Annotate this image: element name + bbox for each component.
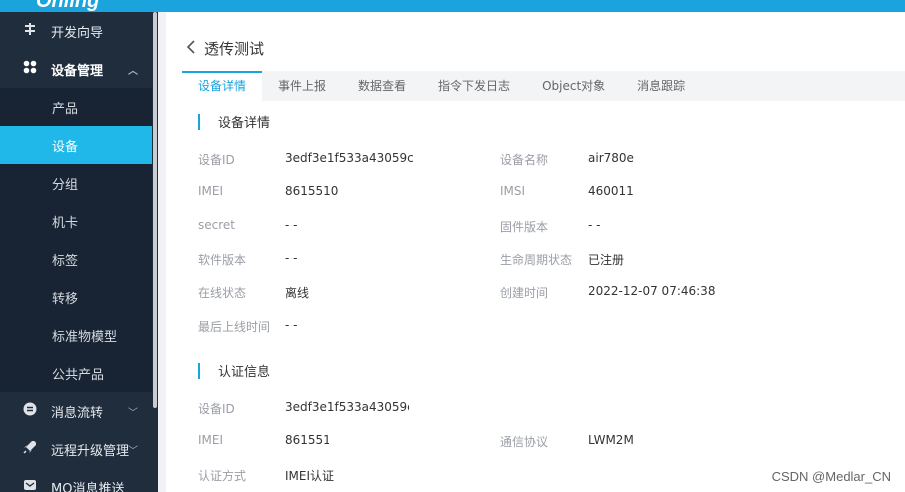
tab-device-detail[interactable]: 设备详情 — [182, 71, 263, 101]
mq-icon — [22, 478, 38, 492]
auth-imei-value: 8615510 — [285, 433, 329, 447]
field-label: IMEI — [198, 433, 224, 447]
section-device-detail: 设备详情 — [198, 112, 270, 131]
page-header: 透传测试 — [186, 38, 264, 59]
sidebar-item-sim-card[interactable]: 机卡 — [0, 202, 152, 240]
field-label: 设备ID — [198, 402, 235, 416]
tab-data-view[interactable]: 数据查看 — [342, 71, 422, 101]
tab-message-trace[interactable]: 消息跟踪 — [621, 71, 701, 101]
sidebar-item-ota[interactable]: 远程升级管理 ﹀ — [0, 430, 152, 468]
software-version-value: - - — [285, 251, 298, 265]
section-accent-bar — [198, 113, 200, 130]
sidebar-item-group[interactable]: 分组 — [0, 164, 152, 202]
detail-tabs: 设备详情 事件上报 数据查看 指令下发日志 Object对象 消息跟踪 — [182, 71, 905, 101]
device-id-value: 3edf3e1f533a43059c99a7 — [285, 151, 413, 165]
created-time-value: 2022-12-07 07:46:38 — [588, 284, 716, 298]
sidebar-item-product[interactable]: 产品 — [0, 88, 152, 126]
sidebar-item-label: 远程升级管理 — [51, 443, 130, 459]
lifecycle-status-value: 已注册 — [588, 253, 625, 267]
imei-value: 8615510 — [285, 184, 339, 198]
auth-method-value: IMEI认证 — [285, 469, 335, 483]
field-label: 软件版本 — [198, 253, 247, 267]
section-auth-info: 认证信息 — [198, 361, 270, 380]
secret-value: - - — [285, 218, 298, 232]
section-title: 设备详情 — [218, 116, 271, 131]
field-label: 认证方式 — [198, 469, 247, 483]
sidebar-item-tags[interactable]: 标签 — [0, 240, 152, 278]
sidebar: 开发向导 设备管理 ︿ 产品 设备 分组 机卡 标签 转移 标准物模型 公共产品… — [0, 12, 152, 492]
field-label: 创建时间 — [500, 286, 549, 300]
dev-guide-icon — [22, 22, 38, 40]
sidebar-item-message-flow[interactable]: 消息流转 ﹀ — [0, 392, 152, 430]
device-management-icon — [22, 60, 38, 78]
scrollbar-thumb[interactable] — [153, 12, 157, 408]
field-label: 固件版本 — [500, 220, 549, 234]
sidebar-item-label: MQ消息推送 — [51, 481, 125, 492]
content-gutter — [158, 12, 166, 492]
field-label: 生命周期状态 — [500, 253, 573, 267]
sidebar-item-dev-guide[interactable]: 开发向导 — [0, 12, 152, 50]
firmware-version-value: - - — [588, 218, 601, 232]
main-content: 透传测试 设备详情 事件上报 数据查看 指令下发日志 Object对象 消息跟踪… — [166, 12, 905, 492]
auth-device-id-value: 3edf3e1f533a43059c99a — [285, 400, 409, 414]
rocket-icon — [22, 440, 38, 458]
field-label: IMEI — [198, 184, 224, 198]
online-status-value: 离线 — [285, 286, 310, 300]
sidebar-item-device-management[interactable]: 设备管理 ︿ — [0, 50, 152, 88]
sidebar-item-label: 开发向导 — [51, 25, 104, 41]
device-name-value: air780e — [588, 151, 634, 165]
sidebar-item-label: 设备管理 — [51, 63, 104, 79]
field-label: 通信协议 — [500, 435, 549, 449]
tab-object[interactable]: Object对象 — [526, 71, 621, 101]
field-label: 在线状态 — [198, 286, 247, 300]
field-label: IMSI — [500, 184, 526, 198]
tab-command-log[interactable]: 指令下发日志 — [422, 71, 526, 101]
sidebar-item-public-product[interactable]: 公共产品 — [0, 354, 152, 392]
chevron-up-icon: ︿ — [128, 65, 138, 77]
field-label: 设备名称 — [500, 153, 549, 167]
sidebar-item-mq-push[interactable]: MQ消息推送 — [0, 468, 152, 492]
tab-event-report[interactable]: 事件上报 — [262, 71, 342, 101]
chevron-down-icon: ﹀ — [128, 445, 138, 457]
chevron-left-icon[interactable] — [186, 39, 196, 58]
field-label: 最后上线时间 — [198, 320, 271, 334]
watermark: CSDN @Medlar_CN — [771, 469, 891, 484]
sidebar-item-label: 消息流转 — [51, 405, 104, 421]
message-flow-icon — [22, 402, 38, 420]
last-online-value: - - — [285, 318, 298, 332]
section-accent-bar — [198, 362, 200, 379]
field-label: secret — [198, 218, 235, 232]
protocol-value: LWM2M — [588, 433, 634, 447]
sidebar-item-device[interactable]: 设备 — [0, 126, 152, 164]
section-title: 认证信息 — [218, 365, 271, 380]
field-label: 设备ID — [198, 153, 235, 167]
top-bar — [0, 0, 905, 12]
app-logo[interactable]: Onling — [36, 0, 99, 12]
page-title: 透传测试 — [204, 40, 265, 58]
chevron-down-icon: ﹀ — [128, 407, 138, 419]
sidebar-item-standard-model[interactable]: 标准物模型 — [0, 316, 152, 354]
sidebar-item-transfer[interactable]: 转移 — [0, 278, 152, 316]
imsi-value: 460011 — [588, 184, 634, 198]
